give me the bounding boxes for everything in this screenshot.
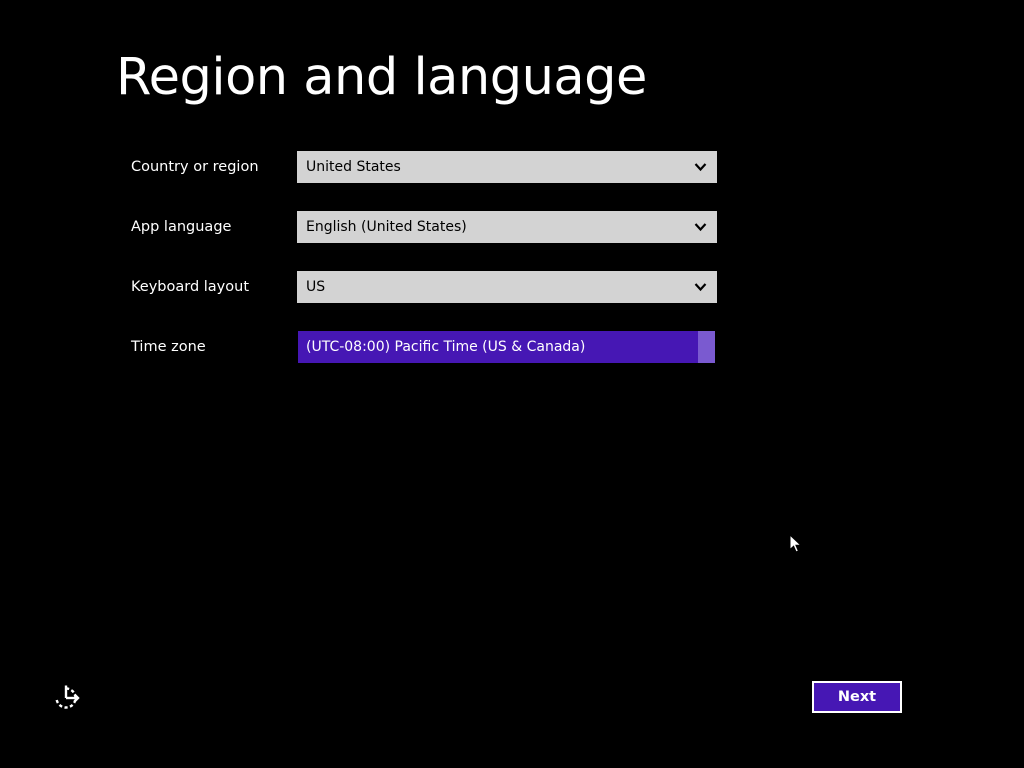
country-dropdown[interactable]: United States <box>297 151 717 183</box>
keyboard-layout-dropdown[interactable]: US <box>297 271 717 303</box>
ease-of-access-icon[interactable] <box>52 684 80 712</box>
app-language-dropdown[interactable]: English (United States) <box>297 211 717 243</box>
chevron-down-icon <box>694 283 707 292</box>
country-value: United States <box>306 159 401 175</box>
chevron-down-icon <box>694 223 707 232</box>
keyboard-layout-value: US <box>306 279 326 295</box>
country-label: Country or region <box>131 159 259 175</box>
keyboard-layout-label: Keyboard layout <box>131 279 250 295</box>
mouse-pointer-icon <box>789 534 803 553</box>
page-title: Region and language <box>116 48 647 107</box>
time-zone-select[interactable]: (UTC-08:00) Pacific Time (US & Canada) <box>298 331 715 363</box>
app-language-label: App language <box>131 219 232 235</box>
time-zone-label: Time zone <box>131 339 206 355</box>
chevron-down-icon <box>694 163 707 172</box>
time-zone-value: (UTC-08:00) Pacific Time (US & Canada) <box>306 339 586 355</box>
app-language-value: English (United States) <box>306 219 467 235</box>
time-zone-scrollbar[interactable] <box>698 331 715 363</box>
next-button[interactable]: Next <box>812 681 902 713</box>
